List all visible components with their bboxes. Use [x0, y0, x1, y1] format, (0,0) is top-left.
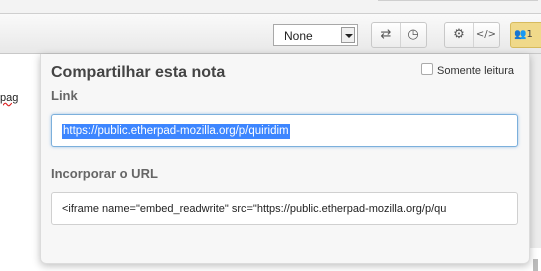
window-top-edge — [0, 0, 541, 13]
embed-label: Incorporar o URL — [51, 166, 158, 181]
link-input[interactable]: https://public.etherpad-mozilla.org/p/qu… — [51, 114, 518, 147]
scrollbar[interactable] — [529, 54, 541, 271]
link-label: Link — [51, 88, 78, 103]
embed-input[interactable]: <iframe name="embed_readwrite" src="http… — [51, 192, 518, 225]
embed-value: <iframe name="embed_readwrite" src="http… — [62, 203, 447, 215]
clock-icon[interactable]: ◷ — [400, 23, 425, 47]
editor-text-fragment: pag — [0, 92, 19, 104]
users-icon: 👥 — [514, 29, 527, 40]
chevron-down-icon[interactable] — [341, 27, 355, 43]
swap-icon[interactable]: ⇄ — [374, 23, 398, 47]
scrollbar-thumb[interactable] — [533, 259, 538, 271]
readonly-label[interactable]: Somente leitura — [437, 65, 514, 77]
toolbar: None ⇄ ◷ ⚙ </> 👥1 — [0, 13, 541, 54]
settings-button-group: ⚙ </> — [444, 22, 500, 48]
style-select-value: None — [284, 29, 313, 43]
top-edge-line — [378, 0, 538, 13]
share-popup: Compartilhar esta nota Somente leitura L… — [40, 54, 530, 264]
link-value: https://public.etherpad-mozilla.org/p/qu… — [62, 124, 290, 139]
readonly-checkbox[interactable] — [421, 63, 433, 75]
gear-icon[interactable]: ⚙ — [447, 23, 471, 47]
style-select[interactable]: None — [273, 24, 358, 46]
popup-title: Compartilhar esta nota — [51, 64, 226, 81]
users-button[interactable]: 👥1 — [510, 22, 541, 48]
code-icon[interactable]: </> — [473, 23, 498, 47]
history-button-group: ⇄ ◷ — [371, 22, 427, 48]
users-count: 1 — [526, 29, 533, 40]
